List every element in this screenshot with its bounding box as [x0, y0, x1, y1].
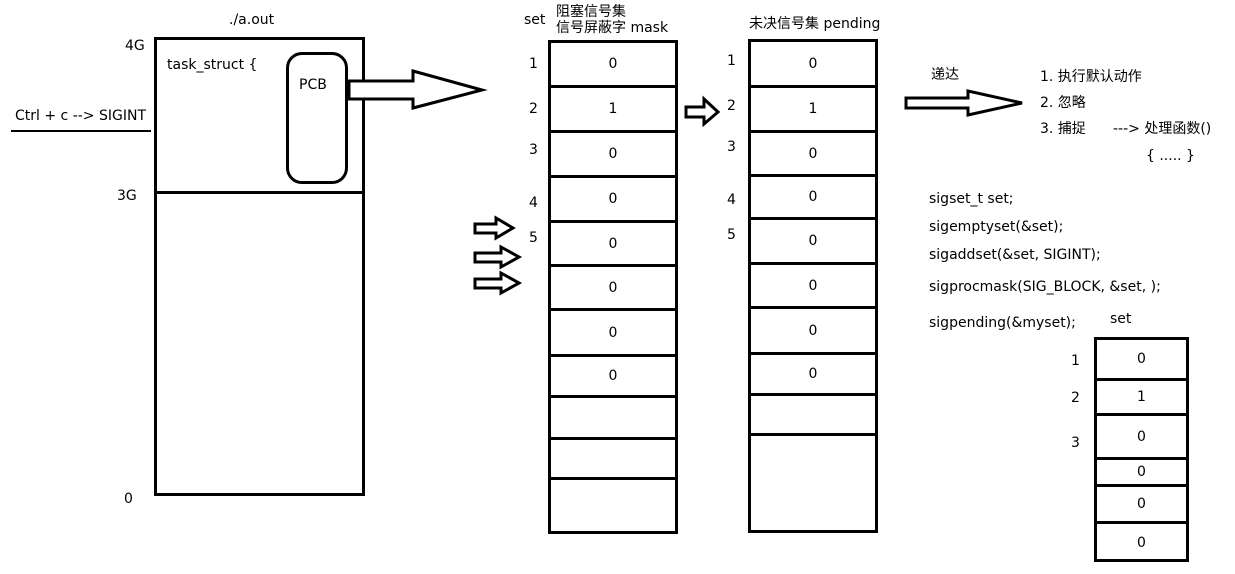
pcb-to-mask-arrow — [347, 69, 488, 110]
pending-to-delivery-arrow — [904, 89, 1023, 117]
incoming-signal-arrow-2 — [473, 244, 523, 270]
incoming-signal-arrow-3 — [473, 270, 523, 296]
mask-to-pending-arrow — [684, 95, 721, 128]
arrows-layer — [347, 69, 1023, 296]
incoming-signal-arrow-1 — [473, 215, 516, 241]
